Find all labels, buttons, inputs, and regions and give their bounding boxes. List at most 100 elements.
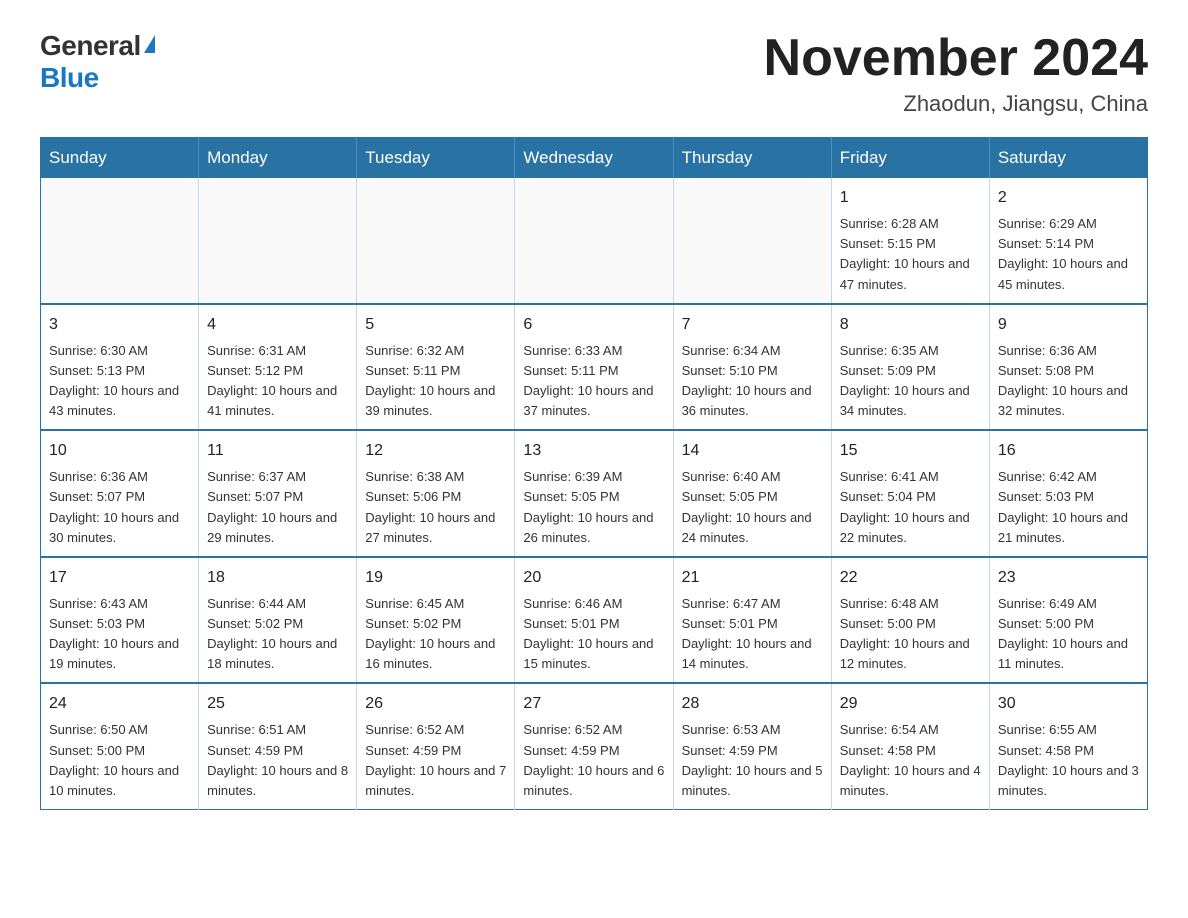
day-number: 7 xyxy=(682,313,823,337)
weekday-header-saturday: Saturday xyxy=(989,138,1147,179)
calendar-day-27: 27 Sunrise: 6:52 AM Sunset: 4:59 PM Dayli… xyxy=(515,683,673,809)
day-number: 4 xyxy=(207,313,348,337)
calendar-week-row: 1 Sunrise: 6:28 AM Sunset: 5:15 PM Daylig… xyxy=(41,178,1148,304)
page-header: General Blue November 2024 Zhaodun, Jian… xyxy=(40,30,1148,117)
calendar-empty-cell xyxy=(41,178,199,304)
day-info: Sunrise: 6:50 AM Sunset: 5:00 PM Dayligh… xyxy=(49,720,190,801)
day-info: Sunrise: 6:36 AM Sunset: 5:07 PM Dayligh… xyxy=(49,467,190,548)
weekday-header-friday: Friday xyxy=(831,138,989,179)
calendar-week-row: 3Sunrise: 6:30 AM Sunset: 5:13 PM Daylig… xyxy=(41,304,1148,431)
calendar-header-row: SundayMondayTuesdayWednesdayThursdayFrid… xyxy=(41,138,1148,179)
day-info: Sunrise: 6:54 AM Sunset: 4:58 PM Dayligh… xyxy=(840,720,981,801)
calendar-day-1: 1 Sunrise: 6:28 AM Sunset: 5:15 PM Daylig… xyxy=(831,178,989,304)
weekday-header-thursday: Thursday xyxy=(673,138,831,179)
day-info: Sunrise: 6:31 AM Sunset: 5:12 PM Dayligh… xyxy=(207,341,348,422)
day-info: Sunrise: 6:52 AM Sunset: 4:59 PM Dayligh… xyxy=(523,720,664,801)
day-info: Sunrise: 6:39 AM Sunset: 5:05 PM Dayligh… xyxy=(523,467,664,548)
day-number: 20 xyxy=(523,566,664,590)
day-number: 25 xyxy=(207,692,348,716)
day-number: 1 xyxy=(840,186,981,210)
day-number: 18 xyxy=(207,566,348,590)
day-info: Sunrise: 6:44 AM Sunset: 5:02 PM Dayligh… xyxy=(207,594,348,675)
day-number: 14 xyxy=(682,439,823,463)
calendar-day-13: 13 Sunrise: 6:39 AM Sunset: 5:05 PM Dayli… xyxy=(515,430,673,557)
weekday-header-wednesday: Wednesday xyxy=(515,138,673,179)
calendar-day-20: 20Sunrise: 6:46 AM Sunset: 5:01 PM Dayli… xyxy=(515,557,673,684)
day-number: 13 xyxy=(523,439,664,463)
day-info: Sunrise: 6:55 AM Sunset: 4:58 PM Dayligh… xyxy=(998,720,1139,801)
logo-blue-text: Blue xyxy=(40,62,99,93)
day-info: Sunrise: 6:38 AM Sunset: 5:06 PM Dayligh… xyxy=(365,467,506,548)
calendar-week-row: 17Sunrise: 6:43 AM Sunset: 5:03 PM Dayli… xyxy=(41,557,1148,684)
day-number: 12 xyxy=(365,439,506,463)
calendar-day-8: 8Sunrise: 6:35 AM Sunset: 5:09 PM Daylig… xyxy=(831,304,989,431)
calendar-day-16: 16 Sunrise: 6:42 AM Sunset: 5:03 PM Dayli… xyxy=(989,430,1147,557)
day-number: 6 xyxy=(523,313,664,337)
day-number: 10 xyxy=(49,439,190,463)
calendar-day-30: 30 Sunrise: 6:55 AM Sunset: 4:58 PM Dayli… xyxy=(989,683,1147,809)
calendar-day-29: 29 Sunrise: 6:54 AM Sunset: 4:58 PM Dayli… xyxy=(831,683,989,809)
calendar-day-21: 21 Sunrise: 6:47 AM Sunset: 5:01 PM Dayli… xyxy=(673,557,831,684)
day-number: 15 xyxy=(840,439,981,463)
calendar-empty-cell xyxy=(199,178,357,304)
calendar-day-11: 11Sunrise: 6:37 AM Sunset: 5:07 PM Dayli… xyxy=(199,430,357,557)
calendar-day-23: 23 Sunrise: 6:49 AM Sunset: 5:00 PM Dayli… xyxy=(989,557,1147,684)
day-info: Sunrise: 6:42 AM Sunset: 5:03 PM Dayligh… xyxy=(998,467,1139,548)
weekday-header-monday: Monday xyxy=(199,138,357,179)
day-number: 28 xyxy=(682,692,823,716)
day-info: Sunrise: 6:45 AM Sunset: 5:02 PM Dayligh… xyxy=(365,594,506,675)
day-number: 30 xyxy=(998,692,1139,716)
calendar-table: SundayMondayTuesdayWednesdayThursdayFrid… xyxy=(40,137,1148,810)
day-info: Sunrise: 6:36 AM Sunset: 5:08 PM Dayligh… xyxy=(998,341,1139,422)
logo: General Blue xyxy=(40,30,155,94)
day-number: 11 xyxy=(207,439,348,463)
day-number: 5 xyxy=(365,313,506,337)
day-info: Sunrise: 6:30 AM Sunset: 5:13 PM Dayligh… xyxy=(49,341,190,422)
location: Zhaodun, Jiangsu, China xyxy=(764,91,1148,117)
day-info: Sunrise: 6:52 AM Sunset: 4:59 PM Dayligh… xyxy=(365,720,506,801)
calendar-day-18: 18 Sunrise: 6:44 AM Sunset: 5:02 PM Dayli… xyxy=(199,557,357,684)
day-info: Sunrise: 6:40 AM Sunset: 5:05 PM Dayligh… xyxy=(682,467,823,548)
day-info: Sunrise: 6:32 AM Sunset: 5:11 PM Dayligh… xyxy=(365,341,506,422)
day-number: 9 xyxy=(998,313,1139,337)
calendar-empty-cell xyxy=(673,178,831,304)
calendar-day-28: 28 Sunrise: 6:53 AM Sunset: 4:59 PM Dayli… xyxy=(673,683,831,809)
day-info: Sunrise: 6:53 AM Sunset: 4:59 PM Dayligh… xyxy=(682,720,823,801)
weekday-header-tuesday: Tuesday xyxy=(357,138,515,179)
calendar-day-2: 2 Sunrise: 6:29 AM Sunset: 5:14 PM Daylig… xyxy=(989,178,1147,304)
day-number: 23 xyxy=(998,566,1139,590)
calendar-empty-cell xyxy=(515,178,673,304)
calendar-day-12: 12 Sunrise: 6:38 AM Sunset: 5:06 PM Dayli… xyxy=(357,430,515,557)
day-info: Sunrise: 6:48 AM Sunset: 5:00 PM Dayligh… xyxy=(840,594,981,675)
calendar-day-7: 7 Sunrise: 6:34 AM Sunset: 5:10 PM Daylig… xyxy=(673,304,831,431)
day-number: 2 xyxy=(998,186,1139,210)
day-number: 21 xyxy=(682,566,823,590)
calendar-week-row: 24 Sunrise: 6:50 AM Sunset: 5:00 PM Dayli… xyxy=(41,683,1148,809)
day-info: Sunrise: 6:41 AM Sunset: 5:04 PM Dayligh… xyxy=(840,467,981,548)
calendar-day-15: 15 Sunrise: 6:41 AM Sunset: 5:04 PM Dayli… xyxy=(831,430,989,557)
day-info: Sunrise: 6:51 AM Sunset: 4:59 PM Dayligh… xyxy=(207,720,348,801)
calendar-day-22: 22 Sunrise: 6:48 AM Sunset: 5:00 PM Dayli… xyxy=(831,557,989,684)
day-number: 29 xyxy=(840,692,981,716)
calendar-day-24: 24 Sunrise: 6:50 AM Sunset: 5:00 PM Dayli… xyxy=(41,683,199,809)
calendar-day-6: 6Sunrise: 6:33 AM Sunset: 5:11 PM Daylig… xyxy=(515,304,673,431)
day-number: 22 xyxy=(840,566,981,590)
calendar-day-3: 3Sunrise: 6:30 AM Sunset: 5:13 PM Daylig… xyxy=(41,304,199,431)
calendar-day-9: 9 Sunrise: 6:36 AM Sunset: 5:08 PM Daylig… xyxy=(989,304,1147,431)
day-number: 8 xyxy=(840,313,981,337)
day-number: 27 xyxy=(523,692,664,716)
day-info: Sunrise: 6:49 AM Sunset: 5:00 PM Dayligh… xyxy=(998,594,1139,675)
title-block: November 2024 Zhaodun, Jiangsu, China xyxy=(764,30,1148,117)
calendar-day-26: 26Sunrise: 6:52 AM Sunset: 4:59 PM Dayli… xyxy=(357,683,515,809)
month-title: November 2024 xyxy=(764,30,1148,87)
day-info: Sunrise: 6:47 AM Sunset: 5:01 PM Dayligh… xyxy=(682,594,823,675)
logo-triangle-icon xyxy=(144,35,155,53)
day-info: Sunrise: 6:29 AM Sunset: 5:14 PM Dayligh… xyxy=(998,214,1139,295)
day-info: Sunrise: 6:28 AM Sunset: 5:15 PM Dayligh… xyxy=(840,214,981,295)
day-number: 16 xyxy=(998,439,1139,463)
day-info: Sunrise: 6:34 AM Sunset: 5:10 PM Dayligh… xyxy=(682,341,823,422)
day-number: 24 xyxy=(49,692,190,716)
calendar-day-4: 4 Sunrise: 6:31 AM Sunset: 5:12 PM Daylig… xyxy=(199,304,357,431)
calendar-day-17: 17Sunrise: 6:43 AM Sunset: 5:03 PM Dayli… xyxy=(41,557,199,684)
day-number: 19 xyxy=(365,566,506,590)
